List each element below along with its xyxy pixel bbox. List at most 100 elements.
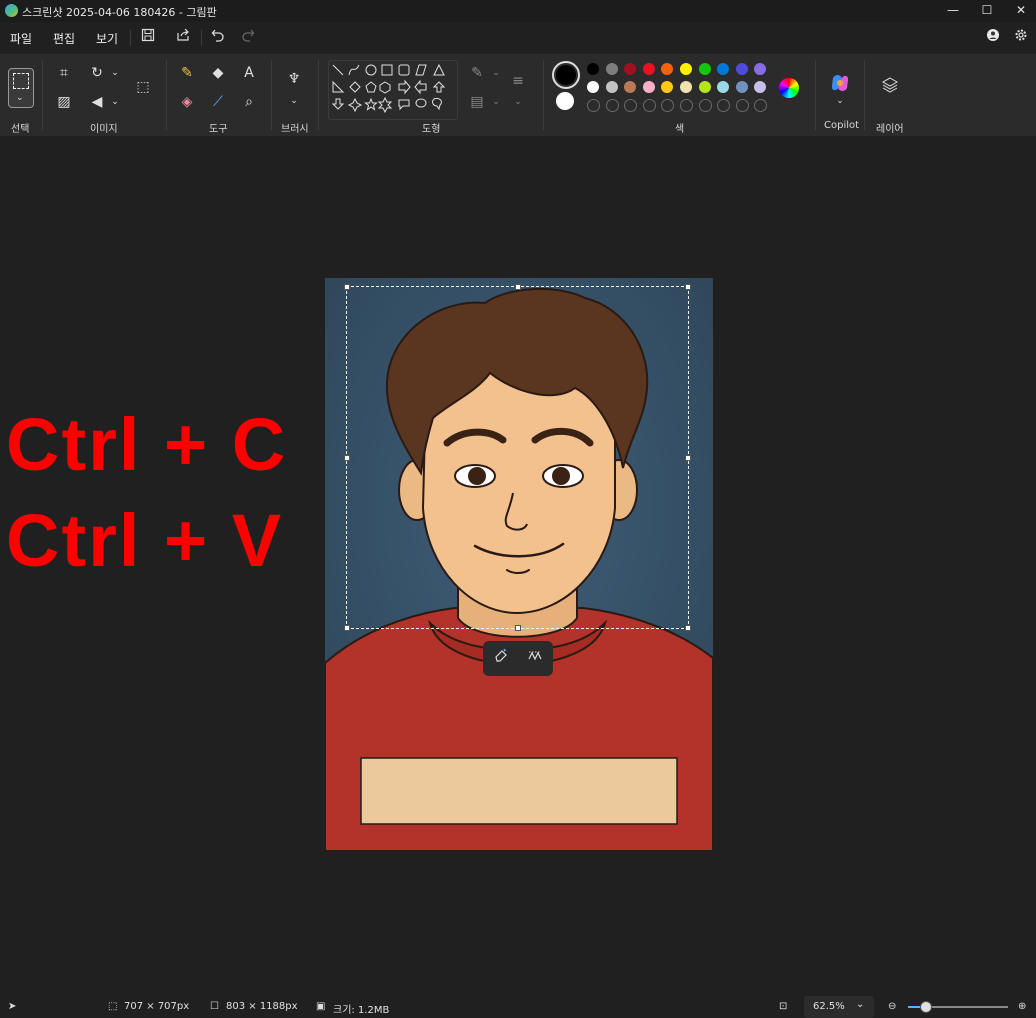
crop-icon[interactable]: ⌗ bbox=[53, 62, 75, 84]
flip-dropdown-chevron-icon[interactable]: ⌄ bbox=[104, 91, 126, 113]
color-swatch[interactable] bbox=[661, 63, 674, 75]
resize-handle[interactable] bbox=[515, 625, 521, 631]
outline-chevron-icon[interactable]: ⌄ bbox=[485, 62, 507, 84]
fill-bucket-icon[interactable]: ◆ bbox=[207, 62, 229, 84]
custom-color-slot[interactable] bbox=[754, 99, 768, 112]
custom-color-slot[interactable] bbox=[680, 99, 693, 112]
custom-color-slot[interactable] bbox=[698, 99, 712, 112]
custom-color-slot[interactable] bbox=[624, 99, 638, 112]
select-rect-icon bbox=[13, 73, 29, 89]
menu-view[interactable]: 보기 bbox=[96, 30, 118, 47]
zoom-slider-track[interactable] bbox=[908, 1001, 1008, 1013]
color-swatch[interactable] bbox=[605, 63, 618, 75]
group-label-image: 이미지 bbox=[90, 124, 118, 135]
size-chevron-icon[interactable]: ⌄ bbox=[507, 91, 529, 113]
color-swatch[interactable] bbox=[680, 81, 692, 93]
paint-app-icon bbox=[5, 4, 18, 17]
zoom-slider-thumb[interactable] bbox=[920, 1001, 933, 1013]
menu-file[interactable]: 파일 bbox=[10, 30, 32, 47]
custom-color-slot[interactable] bbox=[717, 99, 731, 112]
shortcut-copy-label: Ctrl + C bbox=[6, 403, 288, 486]
remove-background-icon[interactable] bbox=[524, 647, 546, 669]
select-tool-button[interactable]: ⌄ bbox=[8, 68, 34, 108]
menu-edit[interactable]: 편집 bbox=[53, 30, 75, 47]
resize-handle[interactable] bbox=[685, 284, 691, 290]
color-swatch[interactable] bbox=[754, 63, 767, 75]
maximize-button[interactable]: ☐ bbox=[970, 0, 1004, 20]
text-icon[interactable]: A bbox=[238, 62, 260, 84]
group-divider bbox=[42, 60, 43, 130]
undo-icon[interactable] bbox=[208, 28, 228, 48]
magnifier-icon[interactable]: ⌕ bbox=[238, 91, 260, 113]
selection-floating-toolbar bbox=[483, 641, 553, 676]
primary-color-button[interactable] bbox=[552, 61, 580, 89]
brush-chevron-icon[interactable]: ⌄ bbox=[283, 90, 305, 112]
share-icon[interactable] bbox=[173, 28, 193, 48]
color-swatch[interactable] bbox=[642, 81, 655, 93]
custom-color-slot[interactable] bbox=[605, 99, 619, 112]
resize-handle[interactable] bbox=[685, 455, 691, 461]
copilot-chevron-icon[interactable]: ⌄ bbox=[829, 90, 851, 112]
group-label-colors: 색 bbox=[675, 124, 685, 135]
color-swatch[interactable] bbox=[587, 63, 599, 75]
brush-icon[interactable]: ♆ bbox=[283, 68, 305, 90]
shapes-gallery[interactable] bbox=[328, 60, 458, 120]
color-swatch[interactable] bbox=[754, 81, 767, 93]
group-divider bbox=[166, 60, 167, 130]
save-icon[interactable] bbox=[138, 28, 158, 48]
background-remove-icon[interactable]: ▨ bbox=[53, 91, 75, 113]
color-swatch[interactable] bbox=[698, 81, 711, 93]
color-swatch[interactable] bbox=[624, 81, 637, 93]
color-swatch[interactable] bbox=[680, 63, 692, 75]
color-swatch[interactable] bbox=[717, 63, 730, 75]
custom-color-slot[interactable] bbox=[587, 99, 600, 112]
color-swatch[interactable] bbox=[717, 81, 730, 93]
custom-color-slot[interactable] bbox=[661, 99, 675, 112]
close-button[interactable]: ✕ bbox=[1004, 0, 1036, 20]
shortcut-paste-label: Ctrl + V bbox=[6, 499, 284, 582]
color-swatch[interactable] bbox=[605, 81, 618, 93]
secondary-color-button[interactable] bbox=[556, 92, 574, 110]
shape-size-icon[interactable]: ≡ bbox=[507, 70, 529, 92]
canvas-size-text: 803 × 1188px bbox=[226, 1001, 298, 1012]
color-swatch[interactable] bbox=[698, 63, 711, 75]
file-size-icon: ▣ bbox=[316, 1001, 326, 1012]
redo-icon[interactable] bbox=[238, 28, 258, 48]
color-swatch[interactable] bbox=[587, 81, 599, 93]
settings-gear-icon[interactable] bbox=[1011, 28, 1031, 48]
fit-to-window-icon[interactable]: ⊡ bbox=[779, 1001, 787, 1012]
color-swatch[interactable] bbox=[735, 63, 748, 75]
group-divider bbox=[318, 60, 319, 130]
eraser-icon[interactable]: ◈ bbox=[176, 91, 198, 113]
color-swatch[interactable] bbox=[661, 81, 674, 93]
custom-color-slot[interactable] bbox=[735, 99, 749, 112]
resize-image-icon[interactable]: ⬚ bbox=[132, 76, 154, 98]
zoom-in-icon[interactable]: ⊕ bbox=[1018, 1001, 1026, 1012]
zoom-select[interactable]: 62.5% ⌄ bbox=[804, 996, 874, 1018]
selection-size-icon: ⬚ bbox=[108, 1001, 118, 1012]
resize-handle[interactable] bbox=[344, 625, 350, 631]
color-swatch[interactable] bbox=[642, 63, 655, 75]
status-bar: ➤ ⬚ 707 × 707px ☐ 803 × 1188px ▣ 크기: 1.2… bbox=[0, 996, 1036, 1018]
resize-handle[interactable] bbox=[515, 284, 521, 290]
window-title: 스크린샷 2025-04-06 180426 - 그림판 bbox=[22, 6, 217, 19]
resize-handle[interactable] bbox=[344, 284, 350, 290]
resize-handle[interactable] bbox=[344, 455, 350, 461]
erase-selection-icon[interactable] bbox=[490, 647, 512, 669]
color-picker-icon[interactable]: ⟋ bbox=[207, 91, 229, 113]
color-swatch[interactable] bbox=[735, 81, 748, 93]
minimize-button[interactable]: — bbox=[936, 0, 970, 20]
rotate-dropdown-chevron-icon[interactable]: ⌄ bbox=[104, 62, 126, 84]
color-swatch[interactable] bbox=[624, 63, 637, 75]
pencil-icon[interactable]: ✎ bbox=[176, 62, 198, 84]
account-icon[interactable] bbox=[983, 28, 1003, 48]
edit-colors-icon[interactable] bbox=[779, 78, 799, 98]
custom-color-slot[interactable] bbox=[642, 99, 656, 112]
resize-handle[interactable] bbox=[685, 625, 691, 631]
fill-chevron-icon[interactable]: ⌄ bbox=[485, 91, 507, 113]
group-label-select: 선택 bbox=[11, 124, 30, 135]
layers-icon[interactable] bbox=[879, 76, 901, 98]
zoom-out-icon[interactable]: ⊖ bbox=[888, 1001, 896, 1012]
group-label-brush: 브러시 bbox=[281, 124, 309, 135]
selection-marquee[interactable] bbox=[344, 284, 691, 631]
